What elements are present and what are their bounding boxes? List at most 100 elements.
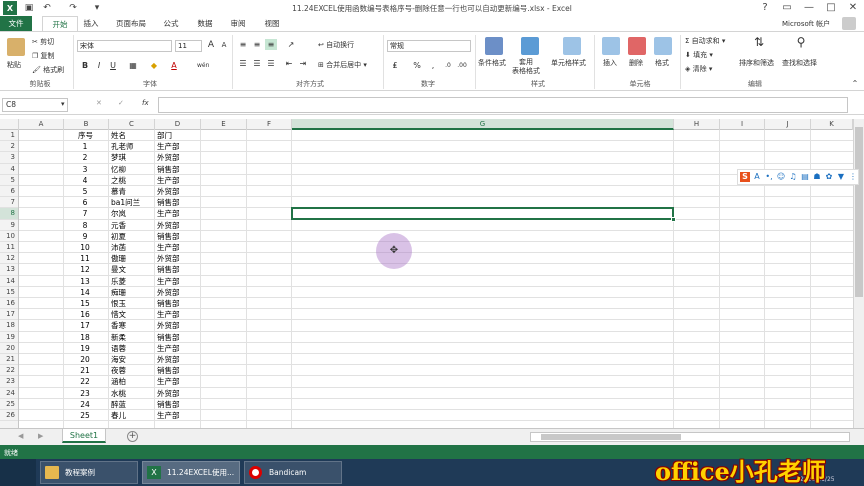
- font-size-select[interactable]: 11: [175, 40, 202, 52]
- clear-button[interactable]: ◈ 清除 ▾: [685, 64, 712, 74]
- tab-file[interactable]: 文件: [0, 16, 32, 31]
- shrink-font-button[interactable]: A: [218, 40, 230, 51]
- column-header-selected[interactable]: G: [292, 119, 674, 130]
- table-cell[interactable]: 海安: [109, 354, 155, 365]
- ime-emoji-icon[interactable]: ☺: [776, 172, 786, 182]
- column-header[interactable]: D: [155, 119, 201, 130]
- table-cell[interactable]: 新柔: [109, 332, 155, 343]
- row-header[interactable]: 24: [0, 388, 18, 399]
- table-cell[interactable]: ba1问兰: [109, 197, 155, 208]
- table-cell[interactable]: 生产部: [155, 410, 201, 421]
- table-cell[interactable]: 夜蓉: [109, 365, 155, 376]
- sheet-tab[interactable]: Sheet1: [62, 429, 106, 443]
- scroll-thumb[interactable]: [855, 127, 863, 297]
- increase-indent-icon[interactable]: ⇥: [297, 58, 309, 69]
- table-cell[interactable]: 1: [64, 141, 104, 152]
- table-cell[interactable]: 乐菱: [109, 276, 155, 287]
- horizontal-scroll-thumb[interactable]: [541, 434, 681, 440]
- table-cell[interactable]: 惜文: [109, 309, 155, 320]
- align-right-icon[interactable]: ☰: [265, 58, 277, 69]
- table-cell[interactable]: 元香: [109, 220, 155, 231]
- row-header[interactable]: 10: [0, 231, 18, 242]
- table-cell[interactable]: 外贸部: [155, 220, 201, 231]
- autosum-button[interactable]: Σ 自动求和 ▾: [685, 36, 725, 46]
- table-cell[interactable]: 醉蓝: [109, 399, 155, 410]
- collapse-ribbon-icon[interactable]: ⌃: [849, 78, 861, 89]
- ime-menu-icon[interactable]: ⋮: [848, 172, 858, 182]
- tab-page-layout[interactable]: 页面布局: [110, 16, 152, 31]
- formula-input[interactable]: [158, 97, 848, 113]
- table-cell[interactable]: 销售部: [155, 298, 201, 309]
- table-cell[interactable]: 销售部: [155, 264, 201, 275]
- row-header[interactable]: 19: [0, 332, 18, 343]
- table-cell[interactable]: 生产部: [155, 276, 201, 287]
- table-cell[interactable]: 梦琪: [109, 152, 155, 163]
- cut-button[interactable]: ✂ 剪切: [32, 37, 54, 47]
- row-header[interactable]: 25: [0, 399, 18, 410]
- ime-skin-icon[interactable]: ▼: [836, 172, 846, 182]
- insert-cells-button[interactable]: 插入: [603, 58, 617, 68]
- grow-font-button[interactable]: A: [205, 40, 217, 51]
- align-left-icon[interactable]: ☰: [237, 58, 249, 69]
- cancel-entry-icon[interactable]: ✕: [96, 99, 102, 107]
- column-header[interactable]: F: [247, 119, 292, 130]
- maximize-button[interactable]: □: [820, 0, 842, 16]
- table-cell[interactable]: 5: [64, 186, 104, 197]
- taskbar-bandicam-button[interactable]: Bandicam: [244, 461, 342, 484]
- format-painter-button[interactable]: 🖌 格式刷: [32, 65, 64, 75]
- table-cell[interactable]: 外贸部: [155, 152, 201, 163]
- tab-review[interactable]: 审阅: [227, 16, 249, 31]
- row-header[interactable]: 21: [0, 354, 18, 366]
- row-header[interactable]: 2: [0, 141, 18, 153]
- tab-insert[interactable]: 插入: [80, 16, 102, 31]
- column-header[interactable]: H: [674, 119, 720, 130]
- format-cells-icon[interactable]: [654, 37, 672, 55]
- row-header[interactable]: 13: [0, 264, 18, 276]
- accounting-format-icon[interactable]: ₤: [389, 60, 401, 71]
- row-header[interactable]: 12: [0, 253, 18, 265]
- table-cell[interactable]: 曼文: [109, 264, 155, 275]
- row-header[interactable]: 1: [0, 130, 18, 142]
- close-button[interactable]: ✕: [842, 0, 864, 16]
- table-cell[interactable]: 生产部: [155, 376, 201, 387]
- taskbar-folder-button[interactable]: 教程案例: [40, 461, 138, 484]
- merge-center-button[interactable]: ⊞ 合并后居中 ▾: [318, 60, 367, 70]
- table-cell[interactable]: 春儿: [109, 410, 155, 421]
- table-cell[interactable]: 尔岚: [109, 208, 155, 219]
- row-header[interactable]: 20: [0, 343, 18, 354]
- table-cell[interactable]: 10: [64, 242, 104, 253]
- format-cells-button[interactable]: 格式: [655, 58, 669, 68]
- tab-formulas[interactable]: 公式: [160, 16, 182, 31]
- table-cell[interactable]: 恨玉: [109, 298, 155, 309]
- conditional-format-icon[interactable]: [485, 37, 503, 55]
- table-cell[interactable]: 销售部: [155, 399, 201, 410]
- font-name-select[interactable]: 宋体: [77, 40, 172, 52]
- table-cell[interactable]: 9: [64, 231, 104, 242]
- copy-button[interactable]: ❐ 复制: [32, 51, 55, 61]
- tab-home[interactable]: 开始: [42, 16, 78, 31]
- table-cell[interactable]: 生产部: [155, 309, 201, 320]
- paste-button[interactable]: 粘贴: [7, 60, 21, 70]
- ribbon-display-button[interactable]: ▭: [776, 0, 798, 16]
- align-bottom-icon[interactable]: ≡: [265, 39, 277, 50]
- format-as-table-button[interactable]: 套用 表格格式: [512, 58, 540, 76]
- table-cell[interactable]: 外贸部: [155, 320, 201, 331]
- decrease-indent-icon[interactable]: ⇤: [283, 58, 295, 69]
- align-center-icon[interactable]: ☰: [251, 58, 263, 69]
- table-cell[interactable]: 水桃: [109, 388, 155, 399]
- format-as-table-icon[interactable]: [521, 37, 539, 55]
- row-header[interactable]: 4: [0, 164, 18, 175]
- table-cell[interactable]: 20: [64, 354, 104, 365]
- number-format-select[interactable]: 常规: [387, 40, 471, 52]
- row-header[interactable]: 16: [0, 298, 18, 310]
- table-cell[interactable]: 23: [64, 388, 104, 399]
- table-cell[interactable]: 4: [64, 175, 104, 186]
- row-header[interactable]: 7: [0, 197, 18, 209]
- table-cell[interactable]: 22: [64, 376, 104, 387]
- add-sheet-button[interactable]: +: [127, 431, 138, 442]
- row-header[interactable]: 11: [0, 242, 18, 254]
- ime-punct-icon[interactable]: •,: [764, 172, 774, 182]
- border-icon[interactable]: ▦: [127, 60, 139, 71]
- tab-data[interactable]: 数据: [194, 16, 216, 31]
- ime-mode-icon[interactable]: A: [752, 172, 762, 182]
